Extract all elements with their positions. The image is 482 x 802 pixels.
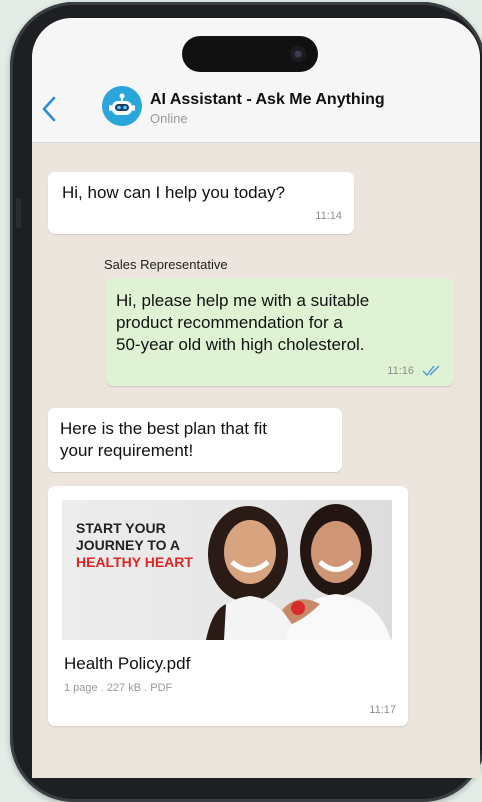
robot-icon: [109, 93, 135, 115]
sender-name: Sales Representative: [104, 257, 228, 272]
camera-icon: [290, 46, 306, 62]
message-bubble-incoming[interactable]: Here is the best plan that fit your requ…: [48, 408, 342, 472]
smiling-women-photo: [206, 504, 391, 640]
promo-line: JOURNEY TO A: [76, 537, 180, 553]
message-line: Here is the best plan that fit: [60, 419, 267, 438]
message-line: 50-year old with high cholesterol.: [116, 335, 365, 354]
message-text: Hi, how can I help you today?: [62, 183, 286, 202]
double-check-icon: [422, 365, 440, 376]
online-status: Online: [150, 111, 188, 126]
message-time: 11:14: [315, 210, 342, 222]
attachment-bubble[interactable]: START YOUR JOURNEY TO A HEALTHY HEART He…: [48, 486, 408, 726]
message-line: Hi, please help me with a suitable: [116, 291, 370, 310]
chat-title: AI Assistant - Ask Me Anything: [150, 91, 385, 108]
message-line: your requirement!: [60, 441, 194, 460]
promo-highlight: HEALTHY HEART: [76, 554, 193, 570]
chat-screen: AI Assistant - Ask Me Anything Online Hi…: [32, 18, 480, 778]
message-line: product recommendation for a: [116, 313, 343, 332]
promo-line: START YOUR: [76, 520, 166, 536]
file-meta: 1 page . 227 kB . PDF: [64, 682, 173, 694]
message-time: 11:16: [387, 365, 414, 377]
promo-banner-image[interactable]: START YOUR JOURNEY TO A HEALTHY HEART: [62, 500, 392, 640]
message-bubble-outgoing[interactable]: Hi, please help me with a suitable produ…: [106, 278, 454, 386]
dynamic-island: [182, 36, 318, 72]
back-arrow-icon[interactable]: [40, 96, 58, 122]
message-time: 11:17: [369, 704, 396, 716]
file-name[interactable]: Health Policy.pdf: [64, 654, 190, 674]
promo-headline: START YOUR JOURNEY TO A HEALTHY HEART: [76, 520, 193, 571]
side-button: [16, 198, 21, 228]
assistant-avatar[interactable]: [102, 86, 142, 126]
message-bubble-incoming[interactable]: Hi, how can I help you today? 11:14: [48, 172, 354, 234]
